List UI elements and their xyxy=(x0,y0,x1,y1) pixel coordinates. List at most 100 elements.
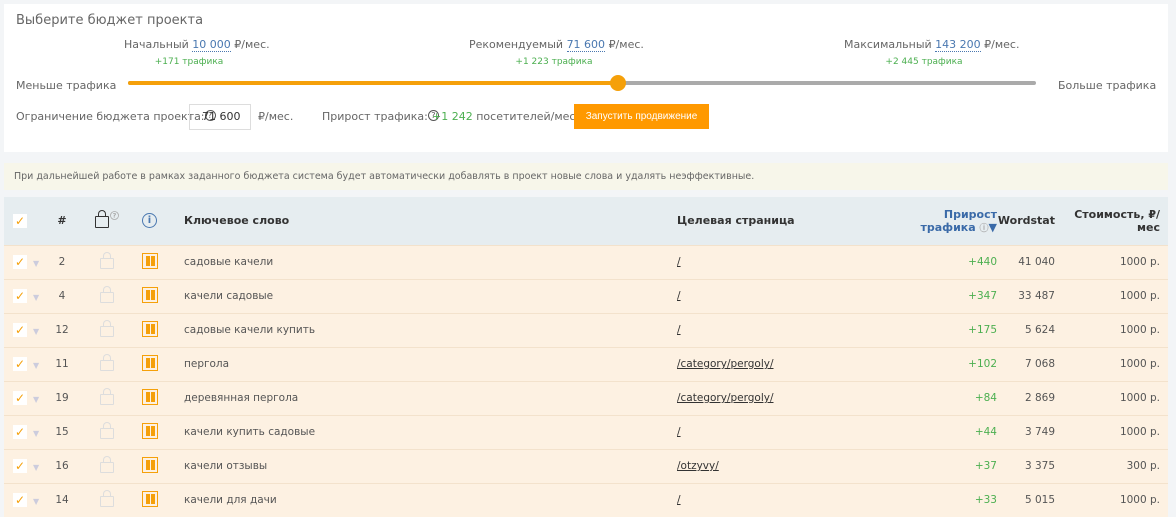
unlock-icon[interactable] xyxy=(100,286,114,303)
lock-cell xyxy=(72,482,142,517)
help-icon[interactable]: ? xyxy=(109,211,119,221)
traffic-growth: +84 xyxy=(892,380,997,415)
unlock-icon[interactable] xyxy=(100,422,114,439)
wordstat-header[interactable]: Wordstat xyxy=(997,197,1055,245)
unlock-icon[interactable] xyxy=(100,354,114,371)
pause-icon[interactable] xyxy=(142,286,158,303)
target-page-link[interactable]: / xyxy=(677,324,681,336)
growth-label-text: Прирост трафика: xyxy=(322,110,428,123)
target-page-link[interactable]: / xyxy=(677,494,681,506)
traffic-growth: +44 xyxy=(892,414,997,449)
sort-desc-icon[interactable]: ▼ xyxy=(989,221,997,234)
expand-arrow-icon[interactable]: ▼ xyxy=(33,327,39,336)
pause-icon[interactable] xyxy=(142,320,158,337)
num-header[interactable]: # xyxy=(52,197,72,245)
target-page-link[interactable]: /otzyvy/ xyxy=(677,460,719,472)
unlock-icon[interactable] xyxy=(100,490,114,508)
row-select-cell: ✓ ▼ xyxy=(4,414,52,449)
traffic-growth-value: +1 242 посетителей/месяц xyxy=(432,110,590,123)
keyword: качели купить садовые xyxy=(172,414,677,449)
pause-icon[interactable] xyxy=(142,456,158,473)
select-all-checkbox[interactable]: ✓ xyxy=(13,213,27,228)
keyword-header[interactable]: Ключевое слово xyxy=(172,197,677,245)
row-num: 11 xyxy=(52,346,72,381)
level-max-value[interactable]: 143 200 xyxy=(935,38,981,52)
wordstat: 5 624 xyxy=(997,312,1055,347)
table-row: ✓ ▼ 14 качели для дачи / +33 5 015 1000 р… xyxy=(4,482,1168,517)
pause-icon[interactable] xyxy=(142,490,158,507)
row-select-cell: ✓ ▼ xyxy=(4,312,52,347)
target-page-cell: / xyxy=(677,482,892,517)
status-cell xyxy=(142,448,172,483)
pause-icon[interactable] xyxy=(142,388,158,405)
row-checkbox[interactable]: ✓ xyxy=(13,425,27,439)
expand-arrow-icon[interactable]: ▼ xyxy=(33,463,39,472)
row-num: 4 xyxy=(52,278,72,313)
target-page-cell: / xyxy=(677,244,892,279)
row-checkbox[interactable]: ✓ xyxy=(13,391,27,405)
expand-arrow-icon[interactable]: ▼ xyxy=(33,293,39,302)
status-cell xyxy=(142,380,172,415)
budget-slider[interactable] xyxy=(128,75,1036,91)
pause-icon[interactable] xyxy=(142,354,158,371)
level-recommended: Рекомендуемый 71 600 ₽/мес. +1 223 трафик… xyxy=(469,38,644,67)
unlock-icon[interactable] xyxy=(100,456,114,473)
row-num: 15 xyxy=(52,414,72,449)
wordstat: 41 040 xyxy=(997,244,1055,279)
level-recommended-value[interactable]: 71 600 xyxy=(566,38,606,52)
row-checkbox[interactable]: ✓ xyxy=(13,289,27,303)
target-page-link[interactable]: / xyxy=(677,426,681,438)
level-label: Рекомендуемый xyxy=(469,38,564,51)
expand-arrow-icon[interactable]: ▼ xyxy=(33,395,39,404)
target-page-cell: /category/pergoly/ xyxy=(677,380,892,415)
expand-arrow-icon[interactable]: ▼ xyxy=(33,361,39,370)
unlock-icon[interactable] xyxy=(100,388,114,405)
table-row: ✓ ▼ 2 садовые качели / +440 41 040 1000 р… xyxy=(4,244,1168,279)
traffic-growth: +102 xyxy=(892,346,997,381)
expand-arrow-icon[interactable]: ▼ xyxy=(33,429,39,438)
info-icon[interactable]: i xyxy=(142,213,157,229)
row-checkbox[interactable]: ✓ xyxy=(13,357,27,371)
lock-cell xyxy=(72,312,142,347)
page-header[interactable]: Целевая страница xyxy=(677,197,892,245)
cost: 1000 р. xyxy=(1055,278,1168,313)
expand-arrow-icon[interactable]: ▼ xyxy=(33,259,39,268)
row-checkbox[interactable]: ✓ xyxy=(13,493,27,508)
budget-limit-input[interactable]: 71 600 xyxy=(189,104,251,130)
growth-unit: посетителей/месяц xyxy=(476,110,590,123)
target-page-cell: / xyxy=(677,414,892,449)
target-page-link[interactable]: /category/pergoly/ xyxy=(677,392,774,404)
level-traffic: +1 223 трафика xyxy=(515,57,593,67)
target-page-cell: / xyxy=(677,278,892,313)
target-page-link[interactable]: / xyxy=(677,290,681,302)
lock-header: ? xyxy=(72,197,142,245)
row-checkbox[interactable]: ✓ xyxy=(13,323,27,337)
row-num: 19 xyxy=(52,380,72,415)
growth-header[interactable]: Прирост трафика ⓘ▼ xyxy=(892,197,997,245)
level-label: Максимальный xyxy=(844,38,932,51)
target-page-link[interactable]: /category/pergoly/ xyxy=(677,358,774,370)
pause-icon[interactable] xyxy=(142,252,158,269)
cost: 1000 р. xyxy=(1055,482,1168,517)
notice-bar: При дальнейшей работе в рамках заданного… xyxy=(4,163,1168,190)
row-checkbox[interactable]: ✓ xyxy=(13,255,27,269)
cost-header[interactable]: Стоимость, ₽/мес xyxy=(1055,197,1168,245)
traffic-growth: +440 xyxy=(892,244,997,279)
status-cell xyxy=(142,346,172,381)
unlock-icon[interactable] xyxy=(100,320,114,337)
pause-icon[interactable] xyxy=(142,422,158,439)
start-promotion-button[interactable]: Запустить продвижение xyxy=(574,104,709,129)
less-traffic-label: Меньше трафика xyxy=(16,79,117,92)
target-page-link[interactable]: / xyxy=(677,256,681,268)
status-cell xyxy=(142,244,172,279)
table-row: ✓ ▼ 4 качели садовые / +347 33 487 1000 р… xyxy=(4,278,1168,313)
slider-thumb[interactable] xyxy=(610,75,627,91)
target-page-cell: /category/pergoly/ xyxy=(677,346,892,381)
row-checkbox[interactable]: ✓ xyxy=(13,459,27,473)
level-traffic: +171 трафика xyxy=(154,57,224,67)
help-icon[interactable]: ⓘ xyxy=(980,224,989,234)
unlock-icon[interactable] xyxy=(100,252,114,269)
expand-arrow-icon[interactable]: ▼ xyxy=(33,497,39,506)
level-initial-value[interactable]: 10 000 xyxy=(192,38,231,52)
keyword: садовые качели купить xyxy=(172,312,677,347)
